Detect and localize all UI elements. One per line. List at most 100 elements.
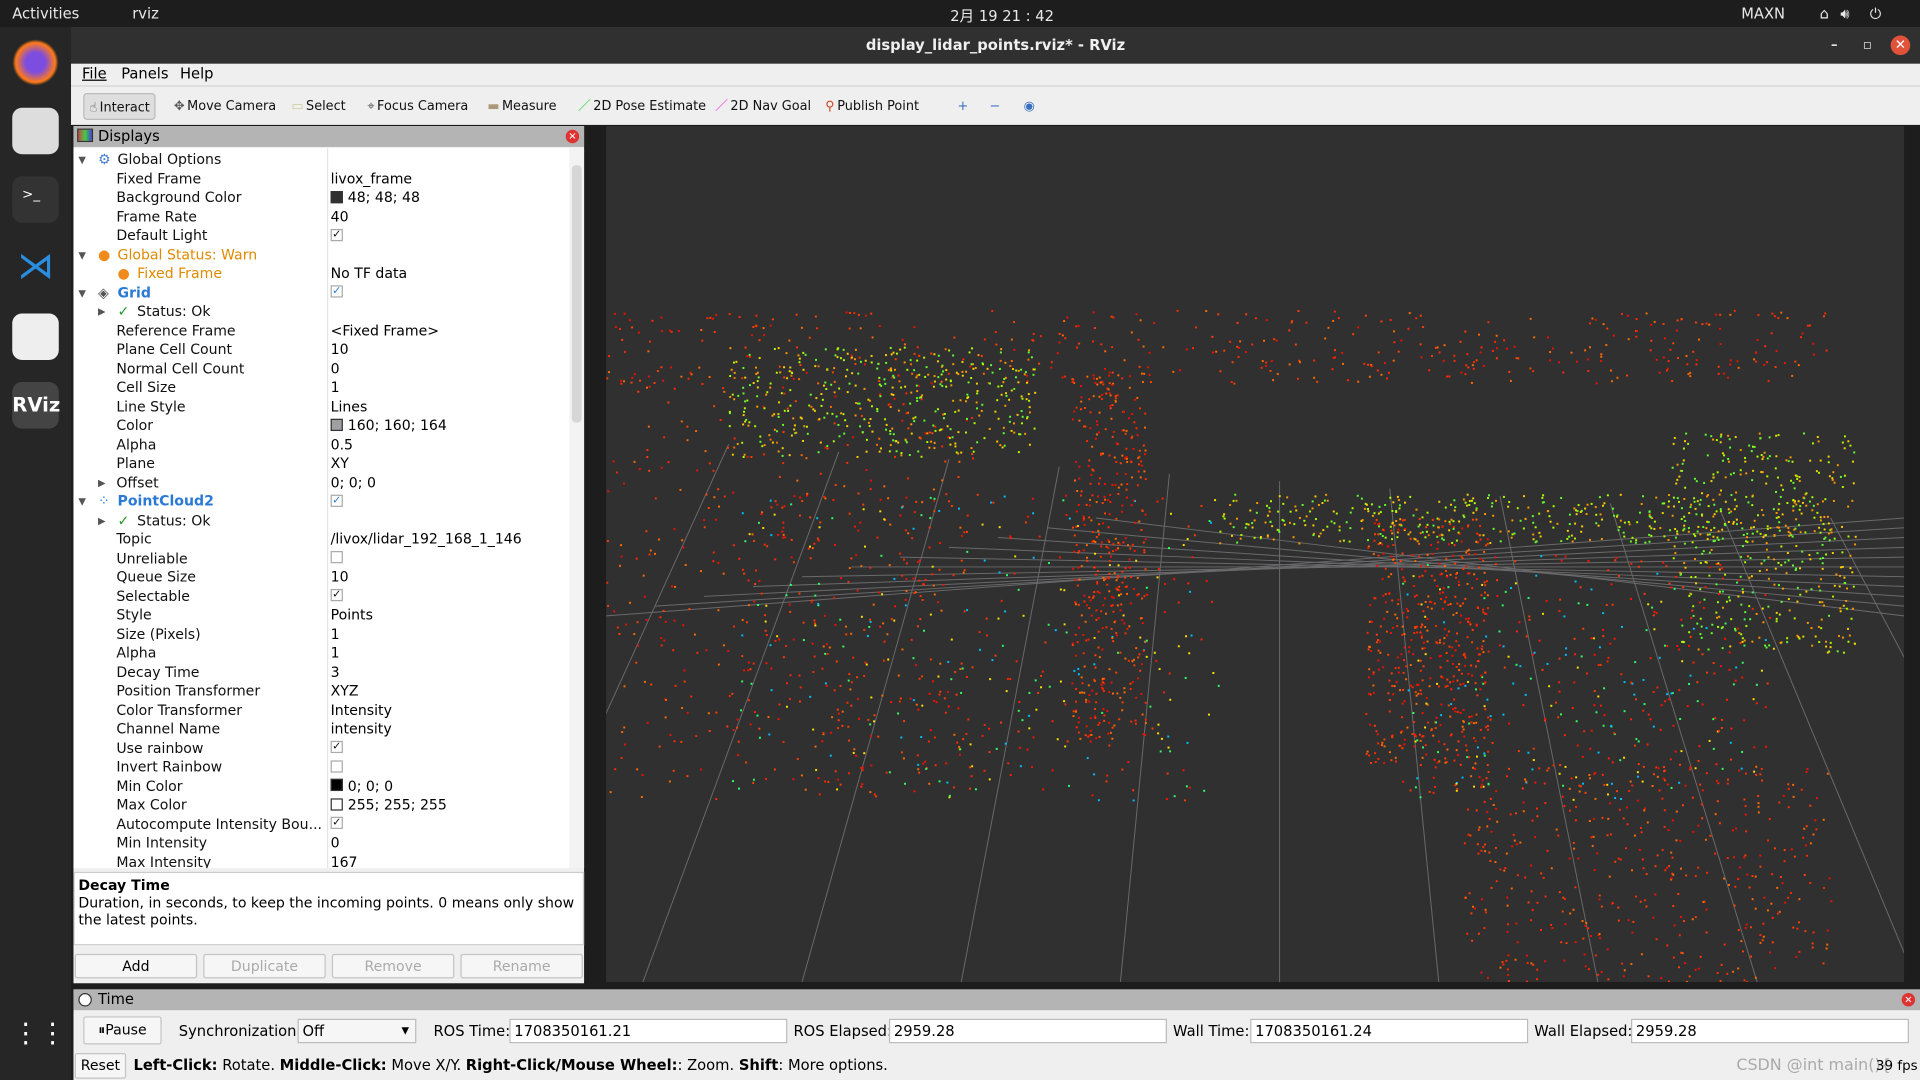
tree-row[interactable]: Size (Pixels) 1 [73,625,569,644]
property-value[interactable]: No TF data [331,264,408,283]
property-value[interactable]: 40 [331,208,349,227]
property-value[interactable]: Intensity [331,701,392,720]
tree-row[interactable]: Fixed Frame livox_frame [73,170,569,189]
tree-row[interactable]: Background Color 48; 48; 48 [73,189,569,208]
tree-row[interactable]: Min Intensity 0 [73,834,569,853]
tree-row[interactable]: Min Color 0; 0; 0 [73,777,569,796]
close-panel-icon[interactable]: ✕ [565,129,580,144]
menu-panels[interactable]: Panels [121,65,168,82]
ros-elapsed-field[interactable]: 2959.28 [888,1018,1167,1044]
tree-row[interactable]: Use rainbow ✓ [73,739,569,758]
property-value[interactable]: 3 [331,663,340,682]
checkbox[interactable]: ✓ [330,740,343,754]
network-icon[interactable]: ⌂ [1820,5,1829,22]
rename-button[interactable]: Rename [460,953,583,979]
tree-row[interactable]: ▶ Offset 0; 0; 0 [73,473,569,492]
tree-row[interactable]: Max Intensity 167 [73,853,569,868]
expand-open-icon[interactable]: ▼ [78,492,86,511]
property-value[interactable]: Points [331,606,373,625]
clock[interactable]: 2月 19 21 : 42 [950,5,1054,26]
tree-row[interactable]: ▼ ◈ Grid ✓ [73,283,569,302]
text-editor-icon[interactable] [12,313,59,361]
tree-row[interactable]: Plane XY [73,454,569,473]
tree-row[interactable]: ▶ ✓ Status: Ok [73,302,569,321]
firefox-icon[interactable] [12,39,59,86]
checkbox[interactable]: ✓ [330,494,343,507]
property-value[interactable]: 1 [331,378,340,397]
tree-row[interactable]: Style Points [73,606,569,625]
tree-row[interactable]: Selectable ✓ [73,587,569,606]
property-value[interactable]: /livox/lidar_192_168_1_146 [331,530,522,549]
tool-2d-pose-estimate[interactable]: ／ 2D Pose Estimate [573,93,711,120]
property-value[interactable]: ✓ [330,227,343,246]
expand-open-icon[interactable]: ▼ [78,283,86,302]
tree-row[interactable]: Unreliable [73,549,569,568]
property-value[interactable]: ✓ [330,739,343,758]
checkbox[interactable]: ✓ [330,228,343,241]
tree-row[interactable]: Channel Name intensity [73,720,569,739]
tool-select[interactable]: ▭ Select [287,93,351,120]
checkbox[interactable]: ✓ [330,588,343,602]
property-value[interactable]: 0; 0; 0 [331,473,376,492]
tool-interact[interactable]: ☝ Interact [83,93,156,121]
property-value[interactable] [330,549,343,568]
tree-row[interactable]: Topic/livox/lidar_192_168_1_146 [73,530,569,549]
tree-row[interactable]: ● Fixed Frame No TF data [73,264,569,283]
sync-dropdown[interactable]: Off ▼ [297,1018,417,1044]
checkbox[interactable] [330,759,343,773]
duplicate-button[interactable]: Duplicate [203,953,326,979]
property-value[interactable]: ✓ [330,587,343,606]
expand-open-icon[interactable]: ▼ [78,246,86,265]
checkbox[interactable]: ✓ [330,285,343,298]
maximize-icon[interactable]: ▫ [1858,36,1878,56]
reset-button[interactable]: Reset [74,1053,127,1079]
tree-row[interactable]: Frame Rate 40 [73,208,569,227]
tree-row[interactable]: Default Light ✓ [73,227,569,246]
apps-grid-icon[interactable]: ⋮⋮⋮ [12,1019,93,1066]
tree-row[interactable]: Color 160; 160; 164 [73,416,569,435]
expand-closed-icon[interactable]: ▶ [98,473,106,492]
tree-row[interactable]: ▼ ● Global Status: Warn [73,246,569,265]
tree-row[interactable]: Reference Frame <Fixed Frame> [73,321,569,340]
tree-row[interactable]: ▼ ⚙ Global Options [73,151,569,170]
power-icon[interactable]: ⏻ [1870,5,1882,23]
close-icon[interactable]: ✕ [1890,35,1911,56]
tool-publish-point[interactable]: ⚲ Publish Point [820,93,924,120]
wall-time-field[interactable]: 1708350161.24 [1250,1018,1529,1044]
tree-row[interactable]: Color Transformer Intensity [73,701,569,720]
menu-file[interactable]: File [82,65,107,82]
property-value[interactable]: 10 [331,340,349,359]
wall-elapsed-field[interactable]: 2959.28 [1631,1018,1909,1044]
property-value[interactable]: ✓ [330,815,343,834]
tree-row[interactable]: Alpha 1 [73,644,569,663]
plus-icon[interactable]: + [953,93,974,120]
property-value[interactable]: 1 [331,644,340,663]
pause-button[interactable]: ⏸Pause [83,1016,162,1045]
property-value[interactable]: Lines [331,397,368,416]
property-value[interactable]: 1 [331,625,340,644]
terminal-icon[interactable]: >_ [12,176,59,223]
expand-closed-icon[interactable]: ▶ [98,511,106,530]
ros-time-field[interactable]: 1708350161.21 [509,1018,788,1044]
property-value[interactable]: 48; 48; 48 [330,189,420,208]
tree-row[interactable]: Autocompute Intensity Bou... ✓ [73,815,569,834]
property-value[interactable]: livox_frame [331,170,412,189]
tree-row[interactable]: Decay Time 3 [73,663,569,682]
tree-row[interactable]: ▶ ✓ Status: Ok [73,511,569,530]
tool-move-camera[interactable]: ✥ Move Camera [169,93,281,120]
add-button[interactable]: Add [74,953,198,979]
minimize-icon[interactable]: – [1824,36,1844,56]
tree-row[interactable]: ▼ ⁘ PointCloud2 ✓ [73,492,569,511]
minus-icon[interactable]: − [984,93,1005,120]
expand-closed-icon[interactable]: ▶ [98,302,106,321]
remove-button[interactable]: Remove [331,953,455,979]
property-value[interactable] [330,758,343,777]
property-value[interactable]: ✓ [330,492,343,511]
tree-row[interactable]: Invert Rainbow [73,758,569,777]
close-time-panel-icon[interactable]: ✕ [1901,993,1916,1007]
tree-row[interactable]: Plane Cell Count 10 [73,340,569,359]
tree-row[interactable]: Position Transformer XYZ [73,682,569,701]
property-value[interactable]: ✓ [330,283,343,302]
property-value[interactable]: 0.5 [331,435,353,454]
power-mode[interactable]: MAXN [1741,5,1785,22]
